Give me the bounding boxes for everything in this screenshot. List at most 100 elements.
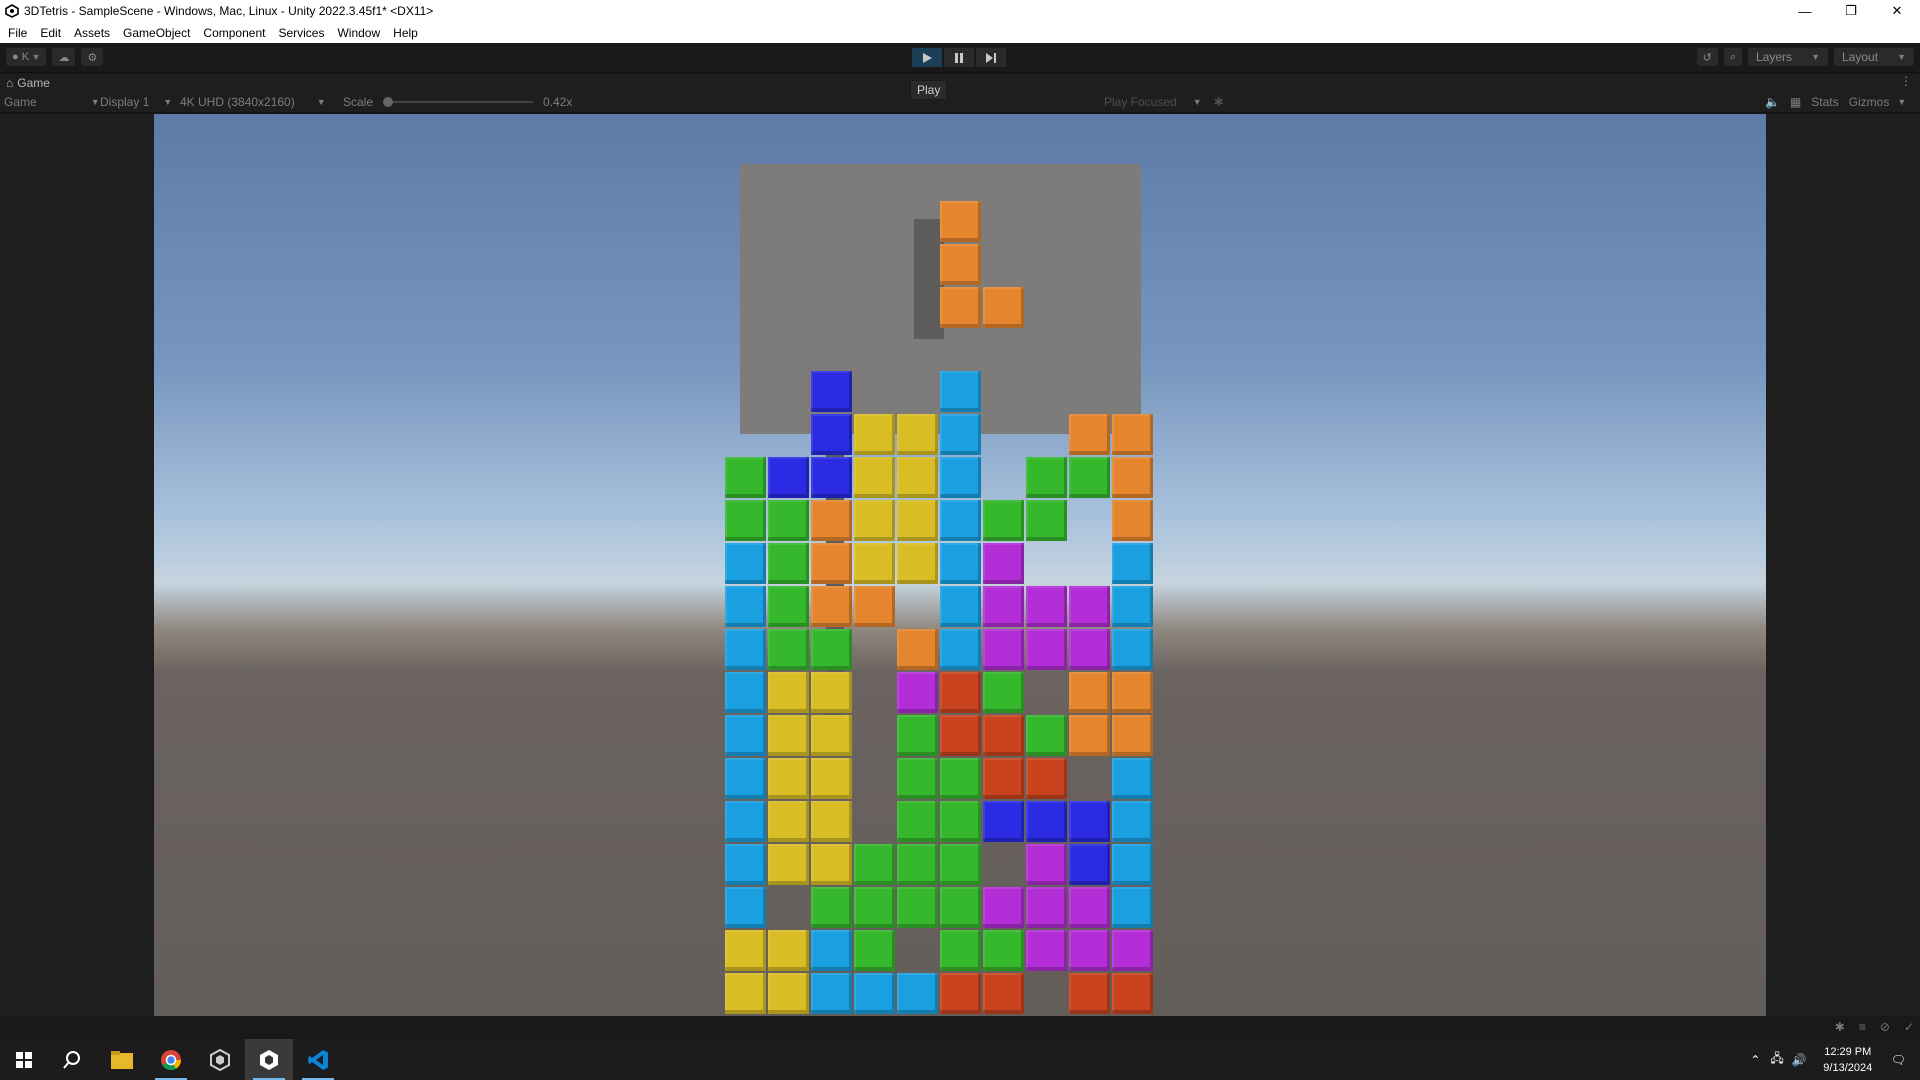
tetris-block xyxy=(897,500,938,541)
resolution-label: 4K UHD (3840x2160) xyxy=(180,95,295,109)
network-icon[interactable]: 🖧 xyxy=(1770,1049,1783,1070)
falling-piece-block xyxy=(940,201,981,242)
tetris-block xyxy=(1069,973,1110,1014)
tetris-block xyxy=(1026,457,1067,498)
unity-editor-icon[interactable] xyxy=(245,1039,293,1080)
notifications-icon[interactable]: 🗨 xyxy=(1891,1053,1906,1067)
tetris-block xyxy=(811,887,852,928)
tetris-block xyxy=(768,543,809,584)
grid-icon[interactable]: ▦ xyxy=(1790,95,1801,109)
menu-edit[interactable]: Edit xyxy=(40,26,61,40)
chrome-icon[interactable] xyxy=(147,1039,195,1080)
tetris-block xyxy=(811,758,852,799)
play-button[interactable] xyxy=(912,48,942,67)
account-label: K xyxy=(21,51,30,63)
tetris-block xyxy=(1026,629,1067,670)
vscode-icon[interactable] xyxy=(294,1039,342,1080)
gizmos-button[interactable]: Gizmos xyxy=(1849,95,1890,109)
collab-button[interactable]: ⚙ xyxy=(81,48,104,66)
tetris-block xyxy=(768,930,809,971)
menu-gameobject[interactable]: GameObject xyxy=(123,26,190,40)
volume-icon[interactable]: 🔊 xyxy=(1792,1053,1807,1067)
layers-dropdown[interactable]: Layers ▼ xyxy=(1748,48,1828,66)
tetris-block xyxy=(1026,887,1067,928)
tetris-block xyxy=(983,500,1024,541)
tab-game[interactable]: ⌂ Game xyxy=(6,76,50,90)
tetris-block xyxy=(940,629,981,670)
game-view-bar: Game ▼ Display 1 ▼ 4K UHD (3840x2160) ▼ … xyxy=(0,92,1920,113)
tetris-block xyxy=(897,543,938,584)
tetris-block xyxy=(725,500,766,541)
scale-value: 0.42x xyxy=(543,95,573,109)
tetris-block xyxy=(940,758,981,799)
search-icon[interactable] xyxy=(48,1039,96,1080)
clock-date: 9/13/2024 xyxy=(1823,1061,1873,1074)
chevron-down-icon: ▼ xyxy=(163,97,173,107)
menu-help[interactable]: Help xyxy=(393,26,418,40)
clock[interactable]: 12:29 PM 9/13/2024 xyxy=(1813,1044,1883,1076)
debug-icon[interactable]: ✱ xyxy=(1835,1020,1845,1034)
display-dropdown[interactable]: Display 1 ▼ xyxy=(100,95,172,109)
tetris-block xyxy=(897,457,938,498)
tetris-block xyxy=(983,715,1024,756)
menu-file[interactable]: File xyxy=(8,26,27,40)
tetris-block xyxy=(940,672,981,713)
menu-component[interactable]: Component xyxy=(203,26,265,40)
tetris-block xyxy=(1112,414,1153,455)
tetris-block xyxy=(811,930,852,971)
tetris-block xyxy=(1069,715,1110,756)
layers-status-icon[interactable]: ≡ xyxy=(1859,1020,1866,1034)
more-options-icon[interactable]: ⋮ xyxy=(1900,74,1912,88)
play-icon xyxy=(923,52,932,63)
tray-overflow-icon[interactable]: ⌃ xyxy=(1750,1053,1760,1067)
tetris-block xyxy=(1112,500,1153,541)
tetris-block xyxy=(897,629,938,670)
resolution-dropdown[interactable]: 4K UHD (3840x2160) ▼ xyxy=(180,95,326,109)
tetris-block xyxy=(854,930,895,971)
menu-window[interactable]: Window xyxy=(337,26,380,40)
layout-dropdown[interactable]: Layout ▼ xyxy=(1834,48,1914,66)
tetris-block xyxy=(811,973,852,1014)
tetris-block xyxy=(1069,586,1110,627)
scale-slider[interactable] xyxy=(383,97,534,107)
tetris-block xyxy=(1112,844,1153,885)
menu-assets[interactable]: Assets xyxy=(74,26,110,40)
unity-hub-icon[interactable] xyxy=(196,1039,244,1080)
tetris-block xyxy=(768,844,809,885)
tetris-block xyxy=(768,715,809,756)
close-button[interactable]: ✕ xyxy=(1874,0,1920,22)
minimize-button[interactable]: — xyxy=(1782,0,1828,22)
cache-icon[interactable]: ⊘ xyxy=(1880,1020,1890,1034)
account-icon: ● xyxy=(12,51,22,63)
mute-audio-icon[interactable]: 🔈 xyxy=(1765,95,1780,109)
view-mode-dropdown[interactable]: Game ▼ xyxy=(4,95,100,109)
file-explorer-icon[interactable] xyxy=(98,1039,146,1080)
progress-check-icon[interactable]: ✓ xyxy=(1904,1020,1914,1034)
chevron-down-icon[interactable]: ▼ xyxy=(1897,97,1906,107)
account-button[interactable]: ● K ▼ xyxy=(6,48,47,66)
menu-services[interactable]: Services xyxy=(278,26,324,40)
restore-button[interactable]: ❐ xyxy=(1828,0,1874,22)
cloud-button[interactable]: ☁ xyxy=(52,48,76,66)
gamepad-icon: ⌂ xyxy=(6,76,14,90)
scale-slider-knob[interactable] xyxy=(383,97,394,107)
chevron-down-icon: ▼ xyxy=(29,52,41,62)
tetris-block xyxy=(940,457,981,498)
game-scene-render[interactable] xyxy=(154,114,1766,1016)
tetris-block xyxy=(1026,930,1067,971)
step-button[interactable] xyxy=(976,48,1006,67)
start-icon[interactable] xyxy=(0,1039,48,1080)
stats-button[interactable]: Stats xyxy=(1811,95,1838,109)
tetris-block xyxy=(811,844,852,885)
unity-logo-icon xyxy=(5,4,19,18)
tab-game-label: Game xyxy=(17,76,50,90)
tetris-block xyxy=(811,371,852,412)
search-button[interactable]: ⌕ xyxy=(1723,48,1742,66)
tetris-block xyxy=(768,500,809,541)
history-icon: ↺ xyxy=(1702,51,1712,64)
pause-button[interactable] xyxy=(944,48,974,67)
history-button[interactable]: ↺ xyxy=(1696,48,1718,66)
main-toolbar: ● K ▼ ☁ ⚙ ↺ ⌕ Layers ▼ Layout ▼ xyxy=(0,43,1920,73)
play-focused-dropdown[interactable]: Play Focused ▼ ✱ xyxy=(1104,95,1224,109)
bug-icon[interactable]: ✱ xyxy=(1214,95,1224,109)
